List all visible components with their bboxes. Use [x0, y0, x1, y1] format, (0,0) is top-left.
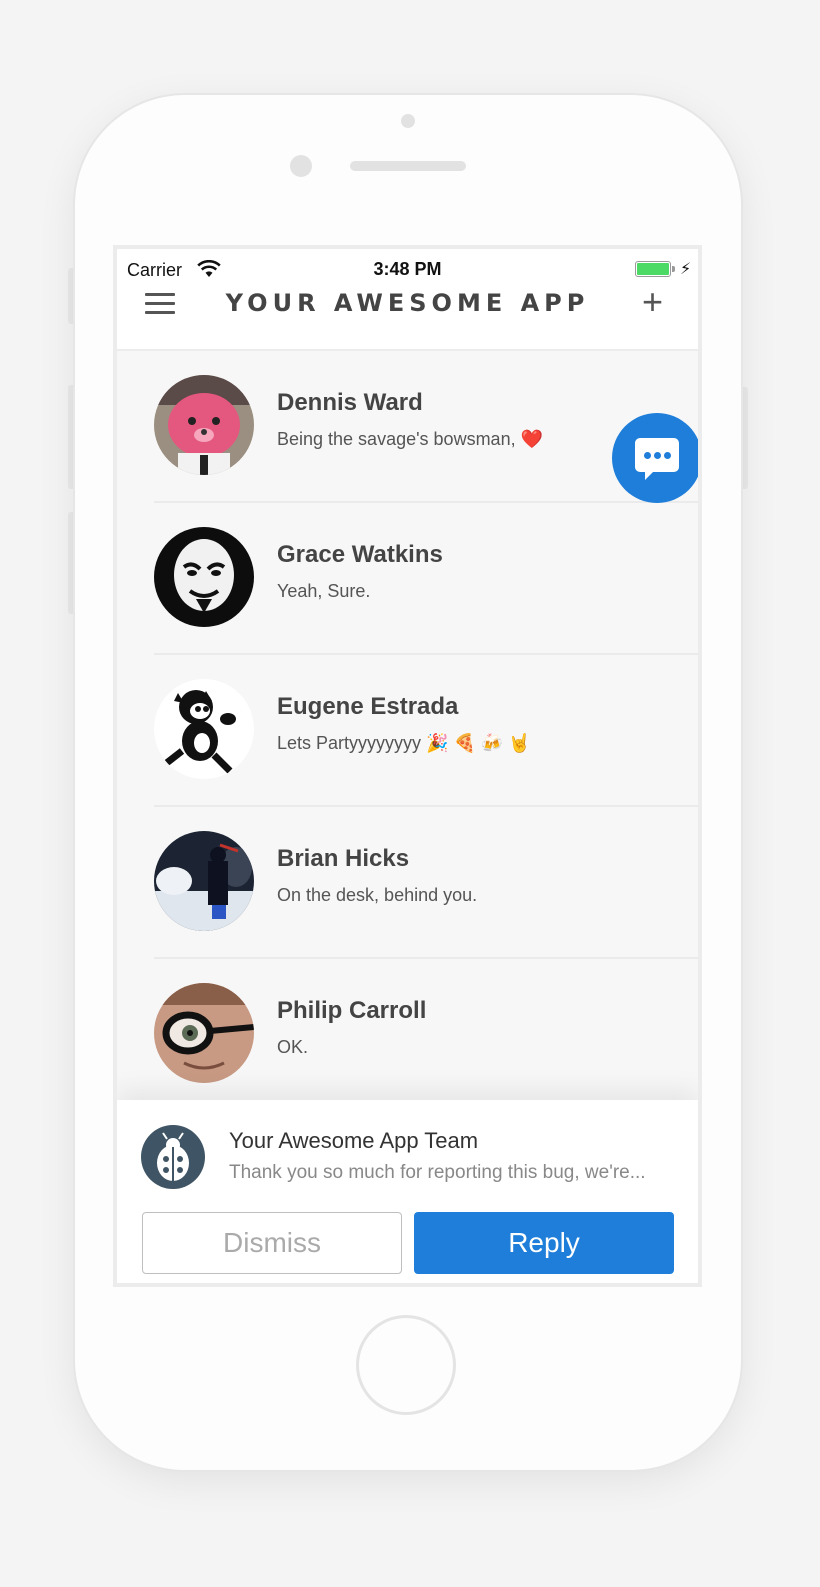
message-preview: OK. — [277, 1037, 309, 1057]
message-preview: On the desk, behind you. — [277, 885, 478, 905]
battery-icon — [635, 261, 671, 277]
conversation-row[interactable]: Grace Watkins Yeah, Sure. — [117, 503, 698, 655]
conversation-row[interactable]: Eugene Estrada Lets Partyyyyyyyy 🎉 🍕 🍻 🤘 — [117, 655, 698, 807]
contact-name: Dennis Ward — [277, 389, 423, 416]
power-button — [740, 387, 748, 489]
earpiece-speaker — [350, 161, 466, 171]
avatar — [154, 983, 254, 1083]
status-bar: Carrier 3:48 PM ⚡ — [117, 249, 698, 289]
conversation-row[interactable]: Dennis Ward Being the savage's bowsman, … — [117, 351, 698, 503]
avatar — [154, 679, 254, 779]
app-screen: Carrier 3:48 PM ⚡ YOUR AWESOME APP + Den… — [113, 245, 702, 1287]
navigation-bar: YOUR AWESOME APP + — [117, 281, 698, 351]
avatar — [154, 375, 254, 475]
avatar — [154, 831, 254, 931]
in-app-notification: Your Awesome App Team Thank you so much … — [117, 1100, 698, 1283]
charging-bolt-icon: ⚡ — [680, 261, 692, 278]
contact-name: Grace Watkins — [277, 541, 443, 568]
battery-tip — [672, 266, 675, 272]
message-preview: Being the savage's bowsman, ❤️ — [277, 429, 543, 449]
chat-bubble-icon — [635, 438, 679, 480]
home-button[interactable] — [356, 1315, 456, 1415]
proximity-sensor — [401, 114, 415, 128]
add-icon[interactable]: + — [642, 281, 663, 323]
app-title: YOUR AWESOME APP — [225, 289, 590, 317]
contact-name: Philip Carroll — [277, 997, 427, 1024]
contact-name: Brian Hicks — [277, 845, 410, 872]
ladybug-icon — [141, 1125, 205, 1189]
message-preview: Yeah, Sure. — [277, 581, 371, 601]
avatar — [154, 527, 254, 627]
notification-title: Your Awesome App Team — [229, 1128, 479, 1153]
chat-bubble-button[interactable] — [612, 413, 698, 503]
notification-body: Thank you so much for reporting this bug… — [229, 1162, 646, 1183]
clock: 3:48 PM — [373, 259, 442, 279]
contact-name: Eugene Estrada — [277, 693, 459, 720]
conversation-row[interactable]: Philip Carroll OK. — [117, 959, 698, 1111]
dismiss-button[interactable]: Dismiss — [142, 1212, 402, 1274]
reply-button[interactable]: Reply — [414, 1212, 674, 1274]
front-camera — [290, 155, 312, 177]
message-preview: Lets Partyyyyyyyy 🎉 🍕 🍻 🤘 — [277, 733, 531, 753]
conversation-row[interactable]: Brian Hicks On the desk, behind you. — [117, 807, 698, 959]
